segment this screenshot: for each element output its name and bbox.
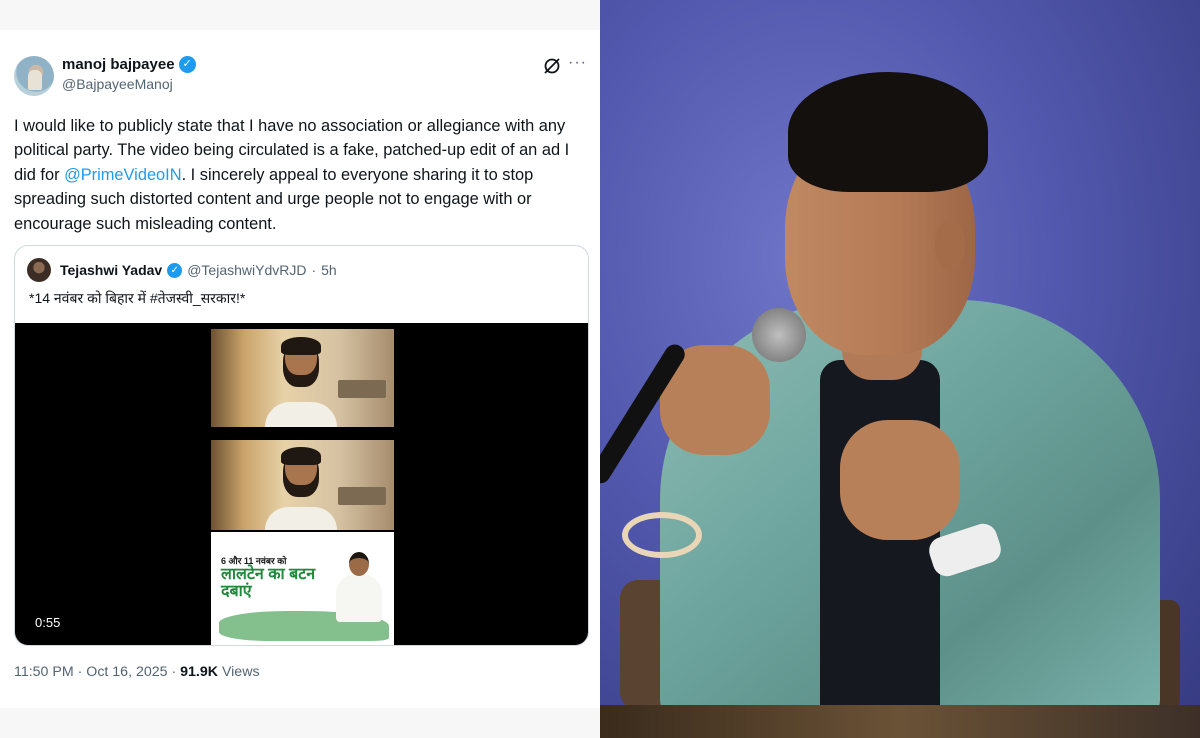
quoted-tweet-header: Tejashwi Yadav ✓ @TejashwiYdvRJD · 5h bbox=[27, 258, 337, 282]
tweet-timestamp[interactable]: 11:50 PM · Oct 16, 2025 · bbox=[14, 664, 180, 680]
quoted-author-handle[interactable]: @TejashwiYdvRJD bbox=[187, 262, 306, 278]
hair bbox=[788, 72, 988, 192]
views-count: 91.9K bbox=[180, 664, 218, 680]
grok-icon[interactable] bbox=[542, 56, 562, 76]
ear bbox=[935, 220, 965, 270]
video-frame-2 bbox=[211, 440, 394, 530]
tweet-meta: 11:50 PM · Oct 16, 2025 · 91.9K Views bbox=[14, 664, 260, 680]
ad-caption-line-2: लालटेन का बटन दबाएं bbox=[221, 566, 316, 600]
gesturing-hand bbox=[840, 420, 960, 540]
video-frame-1 bbox=[211, 329, 394, 427]
mention-link[interactable]: @PrimeVideoIN bbox=[64, 166, 181, 184]
ad-person-graphic bbox=[336, 552, 382, 622]
tweet: manoj bajpayee ✓ @BajpayeeManoj ··· I wo… bbox=[0, 30, 600, 708]
quoted-author-name[interactable]: Tejashwi Yadav bbox=[60, 262, 162, 278]
quoted-time[interactable]: 5h bbox=[321, 262, 337, 278]
author-name[interactable]: manoj bajpayee bbox=[62, 56, 175, 73]
author-handle[interactable]: @BajpayeeManoj bbox=[62, 76, 196, 92]
floor bbox=[600, 705, 1200, 738]
quoted-avatar[interactable] bbox=[27, 258, 51, 282]
bottom-strip bbox=[0, 708, 600, 738]
video-frame-3-ad: 6 और 11 नवंबर को लालटेन का बटन दबाएं bbox=[211, 532, 394, 645]
quoted-verified-badge-icon: ✓ bbox=[167, 262, 183, 278]
quoted-tweet-text: *14 नवंबर को बिहार में #तेजस्वी_सरकार!* bbox=[29, 290, 246, 306]
video-duration: 0:55 bbox=[35, 615, 61, 630]
author-block: manoj bajpayee ✓ @BajpayeeManoj bbox=[62, 56, 196, 92]
avatar[interactable] bbox=[14, 56, 54, 96]
quoted-tweet[interactable]: Tejashwi Yadav ✓ @TejashwiYdvRJD · 5h *1… bbox=[14, 245, 589, 646]
bangle bbox=[622, 512, 702, 558]
quoted-separator: · bbox=[311, 262, 317, 278]
views-label: Views bbox=[221, 664, 260, 680]
top-strip bbox=[0, 0, 600, 30]
microphone-icon bbox=[600, 300, 806, 500]
speaker-photo bbox=[600, 0, 1200, 738]
video-player[interactable]: 6 और 11 नवंबर को लालटेन का बटन दबाएं 0:5… bbox=[15, 323, 588, 645]
more-options-icon[interactable]: ··· bbox=[568, 54, 587, 72]
tweet-text: I would like to publicly state that I ha… bbox=[14, 114, 592, 236]
tweet-screenshot-panel: manoj bajpayee ✓ @BajpayeeManoj ··· I wo… bbox=[0, 0, 600, 738]
verified-badge-icon: ✓ bbox=[178, 56, 196, 73]
